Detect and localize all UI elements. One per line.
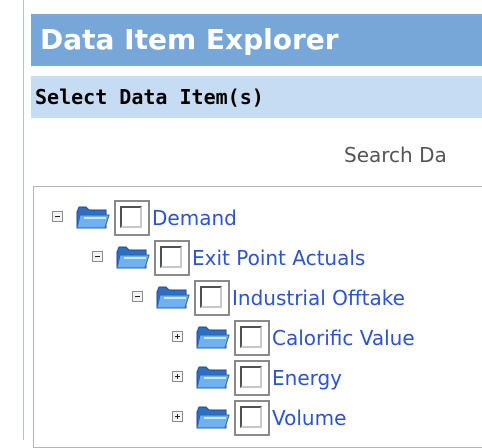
tree-node-label[interactable]: Industrial Offtake <box>232 280 405 316</box>
explorer-title: Data Item Explorer <box>31 14 482 66</box>
tree-node-energy: Energy <box>172 360 472 396</box>
tree-node-label[interactable]: Volume <box>272 400 346 436</box>
tree-node-label[interactable]: Calorific Value <box>272 320 415 356</box>
tree-node-label[interactable]: Demand <box>152 200 237 236</box>
tree-node-demand: Demand <box>52 200 352 236</box>
folder-icon <box>156 286 190 309</box>
expand-icon[interactable] <box>172 371 183 382</box>
search-label: Search Da <box>344 143 447 167</box>
tree-node-checkbox[interactable] <box>194 280 230 316</box>
folder-icon <box>196 326 230 349</box>
tree-node-checkbox[interactable] <box>234 360 270 396</box>
collapse-icon[interactable] <box>132 291 143 302</box>
tree-node-checkbox[interactable] <box>154 240 190 276</box>
tree-node-checkbox[interactable] <box>234 400 270 436</box>
tree-node-industrial-offtake: Industrial Offtake <box>132 280 452 316</box>
folder-icon <box>116 246 150 269</box>
tree-node-volume: Volume <box>172 400 472 436</box>
expand-icon[interactable] <box>172 331 183 342</box>
collapse-icon[interactable] <box>52 211 63 222</box>
folder-icon <box>76 206 110 229</box>
tree-node-checkbox[interactable] <box>234 320 270 356</box>
tree-node-label[interactable]: Exit Point Actuals <box>192 240 365 276</box>
tree-node-checkbox[interactable] <box>114 200 150 236</box>
folder-icon <box>196 366 230 389</box>
expand-icon[interactable] <box>172 411 183 422</box>
folder-icon <box>196 406 230 429</box>
explorer-subtitle: Select Data Item(s) <box>31 76 482 118</box>
tree-node-exit-point-actuals: Exit Point Actuals <box>92 240 412 276</box>
tree-node-label[interactable]: Energy <box>272 360 342 396</box>
tree-node-calorific-value: Calorific Value <box>172 320 472 356</box>
collapse-icon[interactable] <box>92 251 103 262</box>
